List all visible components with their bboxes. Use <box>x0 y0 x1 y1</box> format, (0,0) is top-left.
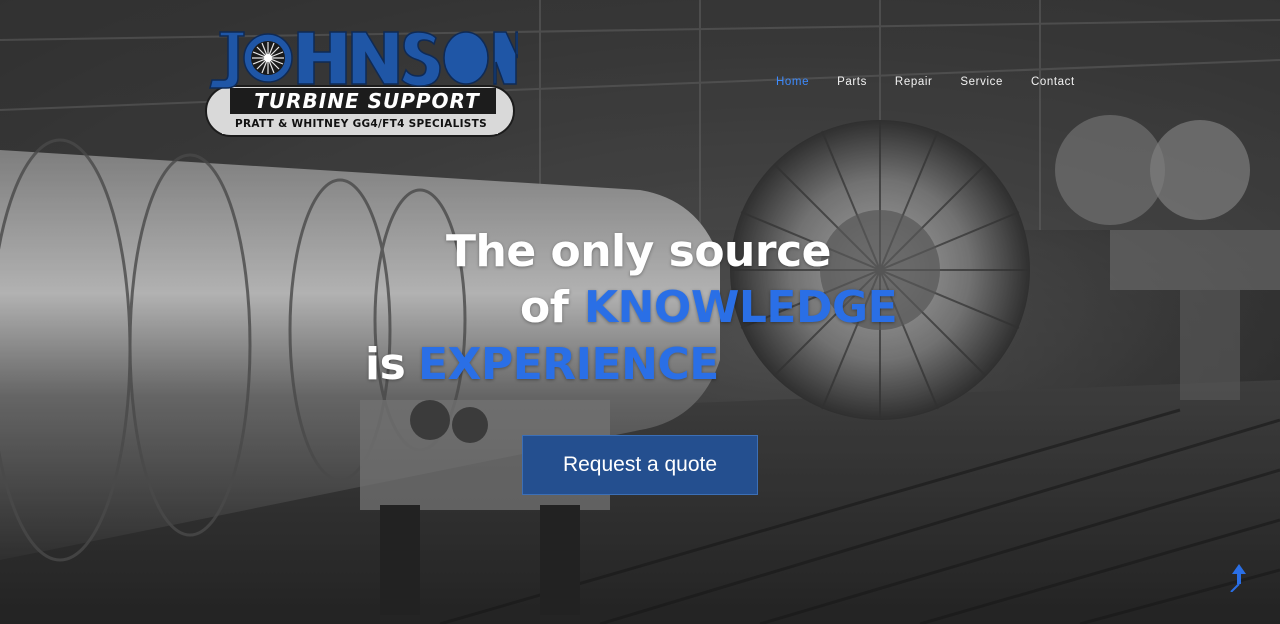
headline-highlight-knowledge: KNOWLEDGE <box>584 282 898 333</box>
scroll-to-top-button[interactable] <box>1228 562 1250 593</box>
nav-repair[interactable]: Repair <box>881 74 946 90</box>
nav-home[interactable]: Home <box>762 74 823 90</box>
headline-prefix: of <box>520 282 569 333</box>
logo-tagline: TURBINE SUPPORT <box>254 89 480 113</box>
nav-parts[interactable]: Parts <box>823 74 881 90</box>
nav-service[interactable]: Service <box>946 74 1017 90</box>
nav-contact[interactable]: Contact <box>1017 74 1089 90</box>
company-logo[interactable]: TURBINE SUPPORT PRATT & WHITNEY GG4/FT4 … <box>204 28 519 140</box>
logo-subtitle: PRATT & WHITNEY GG4/FT4 SPECIALISTS <box>234 118 487 130</box>
arrow-up-icon <box>1230 564 1246 593</box>
headline-text: The only source <box>446 226 832 277</box>
request-quote-button[interactable]: Request a quote <box>522 435 758 495</box>
headline-prefix: is <box>365 339 406 390</box>
main-nav: Home Parts Repair Service Contact <box>762 74 1089 90</box>
headline-highlight-experience: EXPERIENCE <box>418 339 719 390</box>
